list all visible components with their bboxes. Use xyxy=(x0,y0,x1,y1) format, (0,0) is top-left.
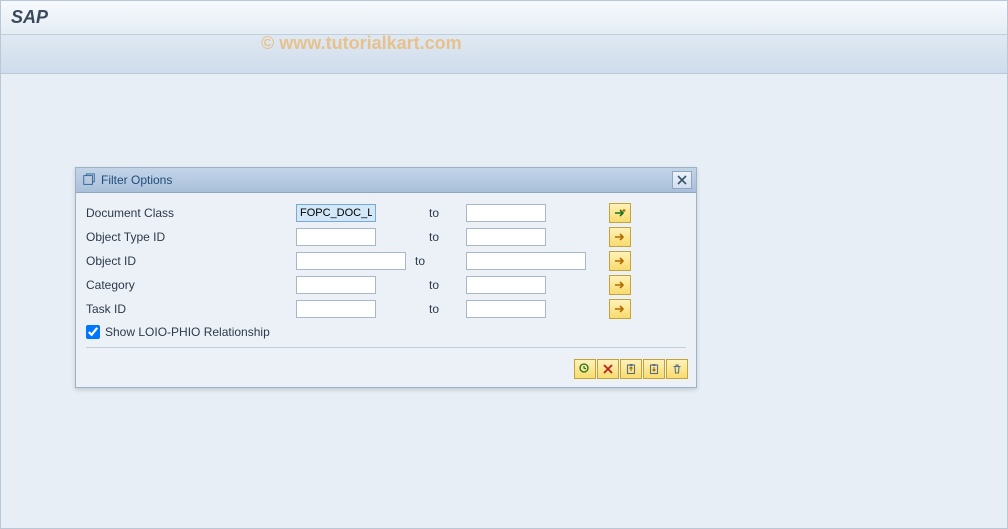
object-id-from-input[interactable] xyxy=(296,252,406,270)
dialog-close-button[interactable] xyxy=(672,171,692,189)
dialog-titlebar: Filter Options xyxy=(76,168,696,193)
category-range-button[interactable] xyxy=(609,275,631,295)
arrow-right-icon xyxy=(614,231,626,243)
field-label: Object ID xyxy=(86,254,296,268)
dialog-separator xyxy=(86,347,686,348)
object-id-range-button[interactable] xyxy=(609,251,631,271)
cancel-button[interactable] xyxy=(597,359,619,379)
field-row-category: Category to xyxy=(86,273,686,297)
delete-button[interactable] xyxy=(666,359,688,379)
to-label: to xyxy=(411,230,466,244)
field-row-object-id: Object ID to xyxy=(86,249,686,273)
trash-icon xyxy=(671,363,683,375)
clipboard-out-button[interactable] xyxy=(620,359,642,379)
to-label: to xyxy=(411,206,466,220)
object-id-to-input[interactable] xyxy=(466,252,586,270)
dialog-body: Document Class to Object Type ID to Obje… xyxy=(76,193,696,359)
task-id-to-input[interactable] xyxy=(466,300,546,318)
category-from-input[interactable] xyxy=(296,276,376,294)
to-label: to xyxy=(411,302,466,316)
dialog-footer xyxy=(76,359,696,387)
arrow-right-icon xyxy=(614,279,626,291)
app-toolbar-strip xyxy=(1,35,1007,74)
field-label: Object Type ID xyxy=(86,230,296,244)
app-title-bar: SAP xyxy=(1,1,1007,35)
arrow-right-icon xyxy=(614,303,626,315)
close-icon xyxy=(677,175,687,185)
task-id-from-input[interactable] xyxy=(296,300,376,318)
clipboard-up-icon xyxy=(625,363,637,375)
cancel-icon xyxy=(602,363,614,375)
document-class-from-input[interactable] xyxy=(296,204,376,222)
arrow-right-icon xyxy=(614,255,626,267)
clipboard-in-button[interactable] xyxy=(643,359,665,379)
object-type-id-range-button[interactable] xyxy=(609,227,631,247)
checkbox-row: Show LOIO-PHIO Relationship xyxy=(86,325,686,339)
to-label: to xyxy=(411,254,466,268)
checkbox-label: Show LOIO-PHIO Relationship xyxy=(105,325,270,339)
field-label: Category xyxy=(86,278,296,292)
filter-options-dialog: Filter Options Document Class to Object … xyxy=(75,167,697,388)
document-class-to-input[interactable] xyxy=(466,204,546,222)
field-row-document-class: Document Class to xyxy=(86,201,686,225)
field-label: Task ID xyxy=(86,302,296,316)
category-to-input[interactable] xyxy=(466,276,546,294)
show-loio-phio-checkbox[interactable] xyxy=(86,325,100,339)
field-row-task-id: Task ID to xyxy=(86,297,686,321)
document-class-range-button[interactable] xyxy=(609,203,631,223)
dialog-title-icon xyxy=(82,173,96,187)
to-label: to xyxy=(411,278,466,292)
arrow-right-plus-icon xyxy=(614,207,626,219)
execute-button[interactable] xyxy=(574,359,596,379)
clock-check-icon xyxy=(579,363,591,375)
field-label: Document Class xyxy=(86,206,296,220)
app-title: SAP xyxy=(11,7,48,27)
object-type-id-to-input[interactable] xyxy=(466,228,546,246)
dialog-title: Filter Options xyxy=(101,173,672,187)
clipboard-down-icon xyxy=(648,363,660,375)
field-row-object-type-id: Object Type ID to xyxy=(86,225,686,249)
task-id-range-button[interactable] xyxy=(609,299,631,319)
object-type-id-from-input[interactable] xyxy=(296,228,376,246)
